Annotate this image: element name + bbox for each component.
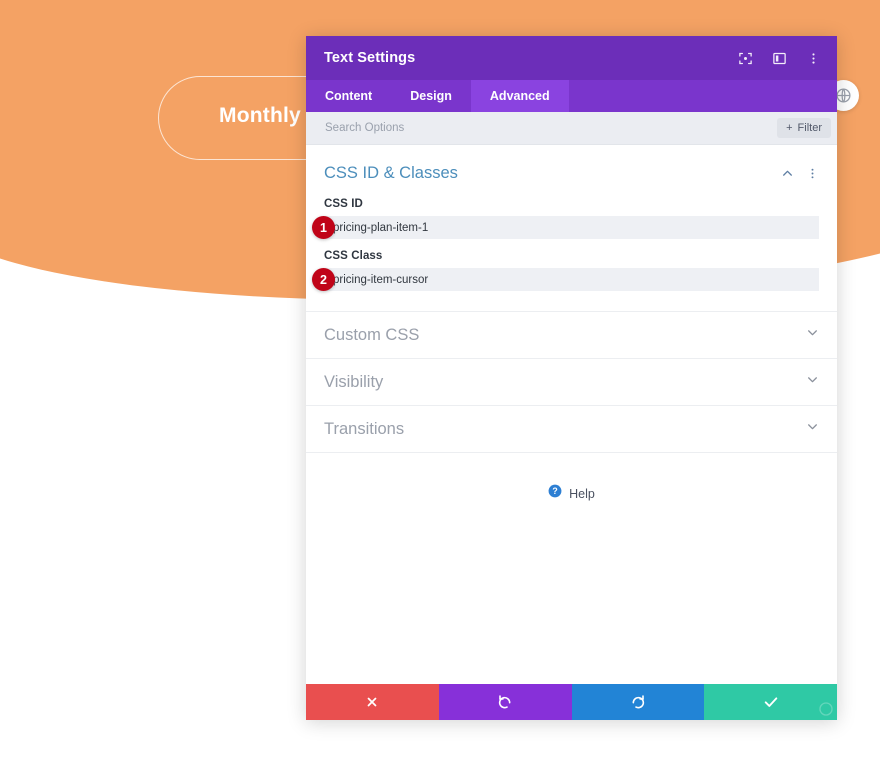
modal-body: CSS ID & Classes CSS ID pricing-plan-ite… xyxy=(306,145,837,684)
modal-titlebar: Text Settings xyxy=(306,36,837,80)
field-label: CSS Class xyxy=(324,250,383,262)
more-vertical-icon[interactable] xyxy=(803,48,823,68)
section-css-id-and-classes: CSS ID & Classes CSS ID pricing-plan-ite… xyxy=(306,145,837,291)
chevron-up-icon[interactable] xyxy=(781,167,794,180)
section-row-transitions[interactable]: Transitions xyxy=(306,406,837,453)
chevron-down-icon[interactable] xyxy=(806,326,819,344)
modal-title: Text Settings xyxy=(324,50,416,66)
more-vertical-icon[interactable] xyxy=(806,167,819,180)
field-label: CSS ID xyxy=(324,198,363,210)
redo-button[interactable] xyxy=(571,684,705,720)
text-settings-modal: Text Settings Content Design Advanced Se… xyxy=(306,36,837,720)
question-circle-icon: ? xyxy=(548,484,562,503)
chevron-down-icon[interactable] xyxy=(806,420,819,438)
collapsed-section-list: Custom CSS Visibility Transitions xyxy=(306,311,837,453)
resize-handle[interactable] xyxy=(818,701,834,717)
tab-advanced[interactable]: Advanced xyxy=(470,80,569,112)
field-css-id: CSS ID 1 xyxy=(312,198,819,239)
field-input-wrapper: 2 xyxy=(312,268,819,291)
search-options-bar: + Filter xyxy=(306,112,837,145)
filter-button-label: Filter xyxy=(797,122,822,134)
css-class-input[interactable] xyxy=(324,268,819,291)
search-input[interactable] xyxy=(325,122,778,134)
step-badge-1: 1 xyxy=(312,216,335,239)
section-row-label: Visibility xyxy=(324,372,384,391)
modal-tabs: Content Design Advanced xyxy=(306,80,837,112)
section-header-icon-group xyxy=(781,167,819,180)
help-row[interactable]: ? Help xyxy=(306,453,837,503)
undo-button[interactable] xyxy=(438,684,572,720)
section-row-label: Custom CSS xyxy=(324,325,420,344)
step-badge-2: 2 xyxy=(312,268,335,291)
save-button[interactable] xyxy=(704,684,837,720)
section-title: CSS ID & Classes xyxy=(324,164,458,182)
filter-button[interactable]: + Filter xyxy=(777,118,831,138)
section-header[interactable]: CSS ID & Classes xyxy=(324,145,819,187)
titlebar-icon-group xyxy=(735,48,823,68)
field-input-wrapper: 1 xyxy=(312,216,819,239)
svg-text:?: ? xyxy=(552,486,557,496)
section-row-label: Transitions xyxy=(324,419,405,438)
cancel-button[interactable] xyxy=(306,684,439,720)
tab-design[interactable]: Design xyxy=(391,80,471,112)
chevron-down-icon[interactable] xyxy=(806,373,819,391)
help-label: Help xyxy=(569,486,595,501)
focus-target-icon[interactable] xyxy=(735,48,755,68)
section-row-custom-css[interactable]: Custom CSS xyxy=(306,312,837,359)
css-id-input[interactable] xyxy=(324,216,819,239)
section-row-visibility[interactable]: Visibility xyxy=(306,359,837,406)
field-css-class: CSS Class 2 xyxy=(312,250,819,291)
plus-icon: + xyxy=(786,121,793,134)
tab-content[interactable]: Content xyxy=(306,80,391,112)
modal-footer xyxy=(306,684,837,720)
layout-columns-icon[interactable] xyxy=(769,48,789,68)
